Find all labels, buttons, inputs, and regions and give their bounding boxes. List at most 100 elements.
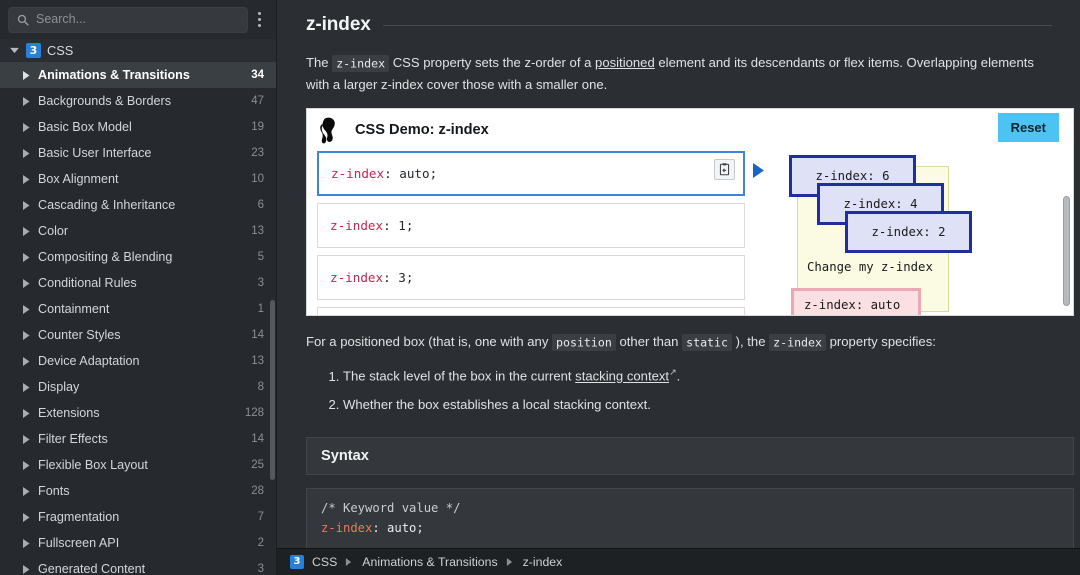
demo-preview-scrollbar[interactable] — [1063, 196, 1070, 306]
sidebar-item-generated-content[interactable]: Generated Content3 — [0, 556, 276, 575]
chevron-right-icon — [506, 558, 515, 567]
sidebar-item-label: Fragmentation — [38, 510, 251, 524]
sidebar-item-label: Counter Styles — [38, 328, 244, 342]
sidebar-item-label: Conditional Rules — [38, 276, 251, 290]
positioned-link[interactable]: positioned — [595, 55, 655, 70]
chevron-right-icon[interactable] — [20, 253, 31, 262]
sidebar-item-label: Fonts — [38, 484, 244, 498]
kebab-menu-icon[interactable] — [248, 7, 270, 33]
chevron-right-icon[interactable] — [20, 279, 31, 288]
chevron-right-icon[interactable] — [20, 461, 31, 470]
sidebar-item-filter-effects[interactable]: Filter Effects14 — [0, 426, 276, 452]
sidebar-item-label: Basic Box Model — [38, 120, 244, 134]
demo-editor-option-2[interactable]: z-index: 3; — [317, 255, 745, 300]
spec-list: The stack level of the box in the curren… — [306, 365, 1064, 415]
sidebar-item-basic-box-model[interactable]: Basic Box Model19 — [0, 114, 276, 140]
chevron-right-icon[interactable] — [20, 175, 31, 184]
sidebar-item-label: Color — [38, 224, 244, 238]
sidebar-item-containment[interactable]: Containment1 — [0, 296, 276, 322]
list-item: The stack level of the box in the curren… — [343, 365, 1064, 387]
sidebar-scrollbar[interactable] — [270, 300, 275, 480]
chevron-right-icon[interactable] — [20, 305, 31, 314]
tree-root-label: CSS — [47, 43, 73, 58]
sidebar-item-count: 8 — [258, 381, 264, 393]
demo-preview-stage: z-index: 6 z-index: 4 z-index: 2 Change … — [783, 154, 1013, 316]
sidebar-item-device-adaptation[interactable]: Device Adaptation13 — [0, 348, 276, 374]
intro-text-b: CSS property sets the z-order of a — [389, 55, 595, 70]
sidebar-item-backgrounds-borders[interactable]: Backgrounds & Borders47 — [0, 88, 276, 114]
demo-editor-option-1[interactable]: z-index: 1; — [317, 203, 745, 248]
breadcrumb-item-1[interactable]: Animations & Transitions — [362, 555, 497, 569]
sidebar-item-box-alignment[interactable]: Box Alignment10 — [0, 166, 276, 192]
sidebar-item-label: Filter Effects — [38, 432, 244, 446]
page-title-row: z-index — [306, 14, 1064, 36]
category-tree: 3 CSS Animations & Transitions34Backgrou… — [0, 39, 276, 575]
chevron-right-icon[interactable] — [20, 227, 31, 236]
sidebar-item-label: Box Alignment — [38, 172, 244, 186]
sidebar-item-cascading-inheritance[interactable]: Cascading & Inheritance6 — [0, 192, 276, 218]
chevron-down-icon[interactable] — [8, 47, 20, 54]
sidebar-item-fullscreen-api[interactable]: Fullscreen API2 — [0, 530, 276, 556]
sidebar: Search... 3 CSS Animations & Transitions… — [0, 0, 277, 575]
chevron-right-icon[interactable] — [20, 97, 31, 106]
chevron-right-icon[interactable] — [20, 565, 31, 574]
sidebar-item-label: Cascading & Inheritance — [38, 198, 251, 212]
sidebar-item-count: 5 — [258, 251, 264, 263]
demo-editor-option-3[interactable] — [317, 307, 745, 316]
sidebar-item-conditional-rules[interactable]: Conditional Rules3 — [0, 270, 276, 296]
intro-paragraph: The z-index CSS property sets the z-orde… — [306, 52, 1064, 95]
list-item: Whether the box establishes a local stac… — [343, 394, 1064, 415]
search-input[interactable]: Search... — [8, 7, 248, 33]
breadcrumb-item-2[interactable]: z-index — [523, 555, 563, 569]
sidebar-item-extensions[interactable]: Extensions128 — [0, 400, 276, 426]
chevron-right-icon[interactable] — [20, 435, 31, 444]
sidebar-item-counter-styles[interactable]: Counter Styles14 — [0, 322, 276, 348]
chevron-right-icon[interactable] — [20, 71, 31, 80]
sidebar-item-compositing-blending[interactable]: Compositing & Blending5 — [0, 244, 276, 270]
sidebar-item-flexible-box-layout[interactable]: Flexible Box Layout25 — [0, 452, 276, 478]
sidebar-item-label: Generated Content — [38, 562, 251, 575]
sidebar-item-fonts[interactable]: Fonts28 — [0, 478, 276, 504]
spec-item-0-text: The stack level of the box in the curren… — [343, 369, 575, 384]
chevron-right-icon[interactable] — [20, 357, 31, 366]
demo-apply-arrow[interactable] — [745, 150, 771, 316]
preview-box-auto[interactable]: z-index: auto — [791, 288, 921, 316]
chevron-right-icon[interactable] — [20, 201, 31, 210]
sidebar-item-basic-user-interface[interactable]: Basic User Interface23 — [0, 140, 276, 166]
chevron-right-icon[interactable] — [20, 383, 31, 392]
spec-text-a: For a positioned box (that is, one with … — [306, 334, 552, 349]
editor-code-1: z-index: 1; — [330, 218, 413, 233]
spec-intro-paragraph: For a positioned box (that is, one with … — [306, 331, 1064, 353]
tree-root-css[interactable]: 3 CSS — [0, 39, 276, 62]
demo-preview: z-index: 6 z-index: 4 z-index: 2 Change … — [771, 150, 1073, 316]
chevron-right-icon[interactable] — [20, 513, 31, 522]
syntax-prop: z-index — [321, 521, 372, 535]
demo-editor-option-0[interactable]: z-index: auto; — [317, 151, 745, 196]
sidebar-item-label: Flexible Box Layout — [38, 458, 244, 472]
sidebar-item-color[interactable]: Color 13 — [0, 218, 276, 244]
spec-text-c: ), the — [732, 334, 769, 349]
chevron-right-icon[interactable] — [20, 123, 31, 132]
demo-header: CSS Demo: z-index Reset — [307, 109, 1073, 150]
breadcrumb-item-0[interactable]: CSS — [312, 555, 337, 569]
chevron-right-icon[interactable] — [20, 409, 31, 418]
reset-button[interactable]: Reset — [998, 113, 1059, 142]
preview-box-2[interactable]: z-index: 2 — [845, 211, 972, 253]
stacking-context-link[interactable]: stacking context — [575, 369, 669, 384]
syntax-value: : auto; — [372, 521, 423, 535]
copy-to-clipboard-icon[interactable] — [714, 159, 735, 180]
chevron-right-icon[interactable] — [20, 487, 31, 496]
sidebar-item-animations-transitions[interactable]: Animations & Transitions34 — [0, 62, 276, 88]
sidebar-item-count: 13 — [251, 225, 264, 237]
chevron-right-icon[interactable] — [20, 539, 31, 548]
sidebar-item-label: Backgrounds & Borders — [38, 94, 244, 108]
chevron-right-icon[interactable] — [20, 149, 31, 158]
sidebar-item-display[interactable]: Display8 — [0, 374, 276, 400]
sidebar-item-label: Fullscreen API — [38, 536, 251, 550]
main-scrollbar[interactable] — [1074, 0, 1080, 548]
preview-change-label: Change my z-index — [807, 260, 933, 274]
sidebar-item-count: 34 — [251, 69, 264, 81]
chevron-right-icon[interactable] — [20, 331, 31, 340]
search-icon — [17, 14, 29, 26]
sidebar-item-fragmentation[interactable]: Fragmentation7 — [0, 504, 276, 530]
